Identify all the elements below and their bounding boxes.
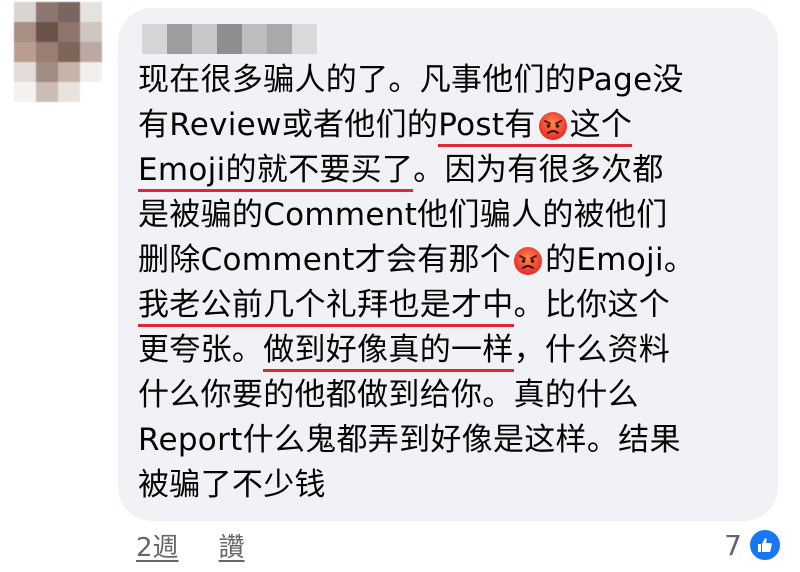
comment-line: 更夸张。做到好像真的一样，什么资料 [138, 328, 768, 373]
reaction-count: 7 [724, 528, 742, 562]
reaction-summary[interactable]: 7 [724, 528, 782, 562]
comment-line: 我老公前几个礼拜也是才中。比你这个 [138, 283, 768, 328]
comment-line: 被骗了不少钱 [138, 463, 768, 508]
comment-actions: 2週 讚 [136, 527, 245, 564]
comment-line: 有Review或者他们的Post有 这个 [138, 103, 768, 148]
comment-text-segment: ，什么资料 [513, 332, 671, 368]
comment-text-segment: 删除Comment才会有那个 [138, 242, 512, 278]
comment-text-segment: 更夸张。 [138, 332, 264, 368]
author-name-redacted[interactable] [142, 24, 317, 54]
comment-text-segment: 。比你这个 [513, 287, 671, 323]
comment-text-segment: 现在很多骗人的了。凡事他们的Page没 [138, 62, 684, 98]
comment-text-segment: 。因为有很多次都 [413, 152, 664, 188]
comment-line: 什么你要的他都做到给你。真的什么 [138, 373, 768, 418]
underlined-phrase: 我老公前几个礼拜也是才中 [138, 287, 514, 327]
like-button[interactable]: 讚 [219, 527, 245, 564]
comment-text-segment: Report什么鬼都弄到好像是这样。结果 [138, 422, 681, 458]
comment-line: Report什么鬼都弄到好像是这样。结果 [138, 418, 768, 463]
angry-face-emoji-icon [514, 247, 543, 275]
comment-text-segment: Post有 [438, 107, 536, 143]
comment-text-segment: 被骗了不少钱 [138, 467, 326, 503]
underlined-phrase: 做到好像真的一样 [263, 332, 514, 372]
thumbs-up-icon [748, 528, 782, 562]
comment-line: 删除Comment才会有那个 的Emoji。 [138, 238, 768, 283]
comment-text-segment: 的Emoji。 [545, 242, 696, 278]
timestamp-link[interactable]: 2週 [136, 527, 179, 564]
comment-line: 是被骗的Comment他们骗人的被他们 [138, 193, 768, 238]
comment-text: 现在很多骗人的了。凡事他们的Page没 有Review或者他们的Post有 这个 … [138, 58, 768, 508]
avatar[interactable] [14, 2, 102, 102]
comment-text-segment: 有Review或者他们的 [138, 107, 439, 143]
comment-text-segment: 这个 [569, 107, 633, 143]
comment-container: 现在很多骗人的了。凡事他们的Page没 有Review或者他们的Post有 这个 … [0, 0, 800, 572]
comment-text-segment: 是被骗的Comment他们骗人的被他们 [138, 197, 668, 233]
comment-line: Emoji的就不要买了。因为有很多次都 [138, 148, 768, 193]
comment-line: 现在很多骗人的了。凡事他们的Page没 [138, 58, 768, 103]
underlined-phrase: Post有 这个 [438, 107, 633, 147]
comment-text-segment: 什么你要的他都做到给你。真的什么 [138, 377, 639, 413]
underlined-phrase: Emoji的就不要买了 [138, 152, 414, 192]
angry-face-emoji-icon [538, 112, 567, 140]
